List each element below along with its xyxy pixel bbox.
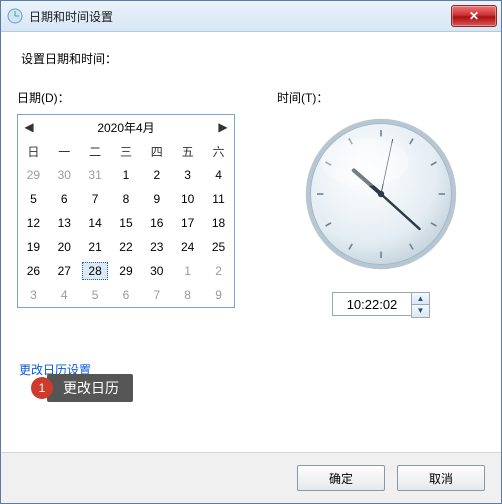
close-icon: ✕	[469, 9, 479, 23]
calendar-day[interactable]: 26	[18, 259, 49, 283]
calendar-weekday: 一	[49, 139, 80, 163]
calendar-weekday: 二	[80, 139, 111, 163]
dialog-body: 设置日期和时间： 日期(D)： ◀ 2020年4月 ▶ 日一二三四五六 2930…	[1, 32, 501, 452]
callout-text: 更改日历	[47, 374, 133, 402]
calendar-day[interactable]: 12	[18, 211, 49, 235]
calendar-day[interactable]: 11	[203, 187, 234, 211]
tutorial-callout: 1 更改日历	[31, 374, 133, 402]
calendar-day[interactable]: 5	[80, 283, 111, 307]
calendar-day[interactable]: 21	[80, 235, 111, 259]
calendar-day[interactable]: 5	[18, 187, 49, 211]
calendar-day[interactable]: 1	[111, 163, 142, 187]
clock-container: ▲ ▼	[277, 114, 485, 318]
calendar-day[interactable]: 18	[203, 211, 234, 235]
content-columns: 日期(D)： ◀ 2020年4月 ▶ 日一二三四五六 2930311234567…	[17, 89, 485, 318]
calendar-weekday: 四	[141, 139, 172, 163]
calendar-day[interactable]: 17	[172, 211, 203, 235]
calendar-day[interactable]: 22	[111, 235, 142, 259]
calendar-day[interactable]: 4	[49, 283, 80, 307]
chevron-up-icon: ▲	[417, 294, 425, 303]
calendar-day[interactable]: 30	[49, 163, 80, 187]
time-label: 时间(T)：	[277, 89, 485, 106]
calendar-day[interactable]: 2	[203, 259, 234, 283]
dialog-window: 日期和时间设置 ✕ 设置日期和时间： 日期(D)： ◀ 2020年4月 ▶ 日一…	[0, 0, 502, 504]
time-field: ▲ ▼	[332, 292, 430, 318]
ok-button[interactable]: 确定	[297, 465, 385, 491]
time-spinner: ▲ ▼	[411, 292, 430, 318]
cancel-button[interactable]: 取消	[397, 465, 485, 491]
calendar-day[interactable]: 8	[172, 283, 203, 307]
calendar-weekday: 五	[172, 139, 203, 163]
calendar-day[interactable]: 31	[80, 163, 111, 187]
calendar-day[interactable]: 15	[111, 211, 142, 235]
calendar-grid: 日一二三四五六 29303112345678910111213141516171…	[18, 139, 234, 307]
calendar-day[interactable]: 7	[80, 187, 111, 211]
close-button[interactable]: ✕	[451, 5, 497, 27]
calendar: ◀ 2020年4月 ▶ 日一二三四五六 29303112345678910111…	[17, 114, 235, 308]
calendar-day[interactable]: 2	[141, 163, 172, 187]
calendar-weekday: 六	[203, 139, 234, 163]
calendar-weekday: 日	[18, 139, 49, 163]
calendar-day[interactable]: 20	[49, 235, 80, 259]
calendar-day[interactable]: 28	[80, 259, 111, 283]
calendar-day[interactable]: 4	[203, 163, 234, 187]
calendar-day[interactable]: 1	[172, 259, 203, 283]
calendar-day[interactable]: 10	[172, 187, 203, 211]
date-column: 日期(D)： ◀ 2020年4月 ▶ 日一二三四五六 2930311234567…	[17, 89, 237, 318]
calendar-day[interactable]: 29	[18, 163, 49, 187]
time-spin-up[interactable]: ▲	[412, 293, 429, 305]
calendar-day[interactable]: 3	[172, 163, 203, 187]
calendar-day[interactable]: 14	[80, 211, 111, 235]
calendar-day[interactable]: 23	[141, 235, 172, 259]
analog-clock	[301, 114, 461, 274]
calendar-day[interactable]: 24	[172, 235, 203, 259]
calendar-day[interactable]: 6	[111, 283, 142, 307]
chevron-right-icon: ▶	[218, 120, 227, 134]
calendar-day[interactable]: 6	[49, 187, 80, 211]
chevron-left-icon: ◀	[24, 120, 33, 134]
app-icon	[7, 8, 23, 24]
calendar-next-button[interactable]: ▶	[216, 119, 230, 135]
dialog-footer: 确定 取消	[1, 452, 501, 503]
calendar-day[interactable]: 27	[49, 259, 80, 283]
titlebar: 日期和时间设置 ✕	[1, 1, 501, 32]
chevron-down-icon: ▼	[417, 306, 425, 315]
calendar-day[interactable]: 19	[18, 235, 49, 259]
calendar-day[interactable]: 7	[141, 283, 172, 307]
time-spin-down[interactable]: ▼	[412, 305, 429, 317]
calendar-weekday: 三	[111, 139, 142, 163]
calendar-day[interactable]: 13	[49, 211, 80, 235]
calendar-day[interactable]: 9	[203, 283, 234, 307]
calendar-title[interactable]: 2020年4月	[97, 119, 154, 136]
calendar-day[interactable]: 29	[111, 259, 142, 283]
calendar-day[interactable]: 16	[141, 211, 172, 235]
calendar-header: ◀ 2020年4月 ▶	[18, 115, 234, 139]
calendar-prev-button[interactable]: ◀	[22, 119, 36, 135]
time-input[interactable]	[332, 292, 411, 316]
subtitle: 设置日期和时间：	[21, 50, 485, 67]
time-column: 时间(T)：	[277, 89, 485, 318]
date-label: 日期(D)：	[17, 89, 237, 106]
calendar-day[interactable]: 30	[141, 259, 172, 283]
calendar-day[interactable]: 25	[203, 235, 234, 259]
calendar-day[interactable]: 9	[141, 187, 172, 211]
calendar-day[interactable]: 8	[111, 187, 142, 211]
calendar-day[interactable]: 3	[18, 283, 49, 307]
callout-step-badge: 1	[31, 377, 53, 399]
window-title: 日期和时间设置	[29, 8, 451, 25]
